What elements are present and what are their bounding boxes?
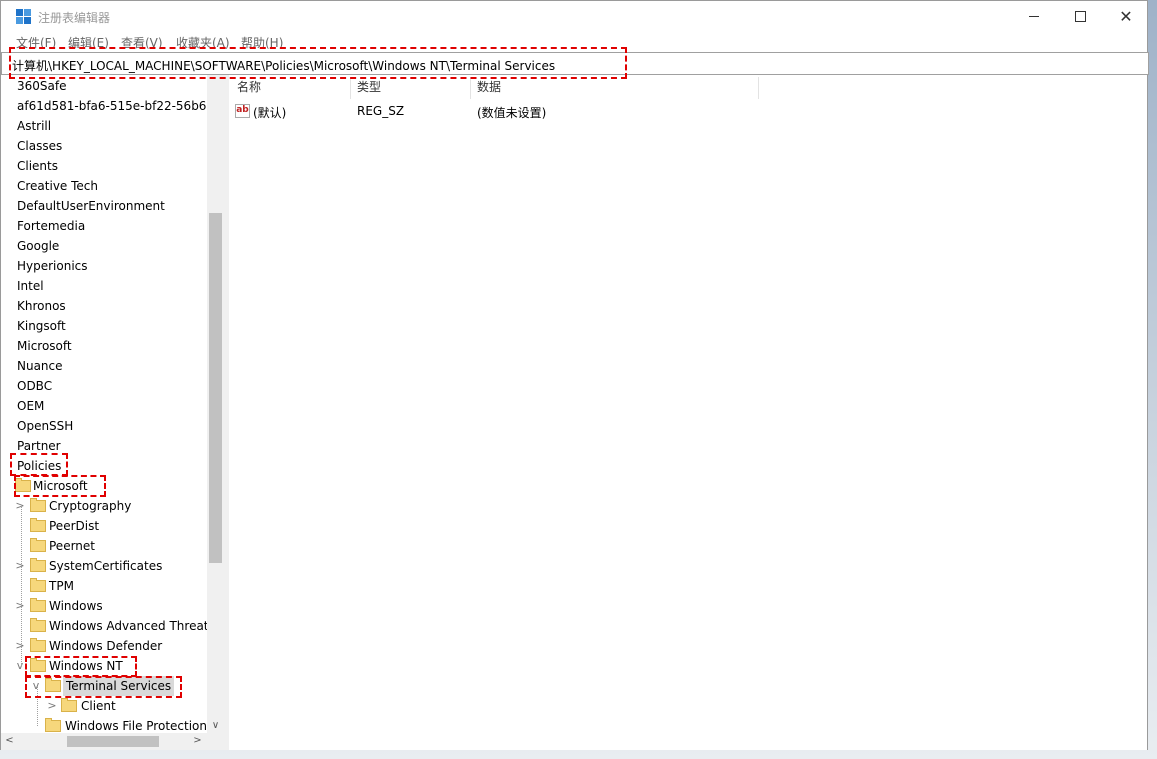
expand-chevron-icon[interactable]: > (15, 596, 25, 616)
tree-item-astrill[interactable]: Astrill (1, 116, 207, 136)
column-divider[interactable] (350, 77, 351, 99)
column-divider[interactable] (758, 77, 759, 99)
folder-icon (30, 558, 46, 572)
tree-item-tpm[interactable]: TPM (1, 576, 207, 596)
tree-item-classes[interactable]: Classes (1, 136, 207, 156)
registry-editor-window: 注册表编辑器 ✕ 文件(F) 编辑(E) 查看(V) 收藏夹(A) 帮助(H) … (0, 0, 1149, 750)
minimize-button[interactable] (1011, 1, 1057, 32)
tree-guide-line (37, 686, 38, 726)
folder-icon (30, 578, 46, 592)
folder-icon (30, 638, 46, 652)
maximize-icon (1074, 11, 1086, 22)
tree-item-af61d581[interactable]: af61d581-bfa6-515e-bf22-56b60 (1, 96, 214, 116)
tree-item-hyperionics[interactable]: Hyperionics (1, 256, 207, 276)
tree-item-partner[interactable]: Partner (1, 436, 207, 456)
collapse-chevron-icon[interactable]: v (31, 676, 41, 696)
folder-icon (30, 538, 46, 552)
scroll-left-icon[interactable]: < (1, 735, 18, 746)
scrollbar-thumb[interactable] (209, 213, 222, 563)
tree-item-khronos[interactable]: Khronos (1, 296, 207, 316)
address-bar[interactable]: 计算机\HKEY_LOCAL_MACHINE\SOFTWARE\Policies… (1, 52, 1149, 75)
column-header-name[interactable]: 名称 (237, 75, 261, 99)
tree-item-peernet[interactable]: Peernet (1, 536, 207, 556)
scrollbar-thumb[interactable] (67, 736, 159, 747)
folder-icon (61, 698, 77, 712)
close-icon: ✕ (1119, 6, 1133, 26)
tree-item-oem[interactable]: OEM (1, 396, 207, 416)
expand-chevron-icon[interactable]: > (47, 696, 57, 716)
title-bar: 注册表编辑器 ✕ (1, 1, 1147, 32)
menu-view[interactable]: 查看(V) (121, 34, 163, 51)
tree-item-creative-tech[interactable]: Creative Tech (1, 176, 207, 196)
tree-item-policies-microsoft[interactable]: Microsoft (1, 476, 207, 496)
tree-item-terminal-services[interactable]: v Terminal Services (1, 676, 207, 696)
tree-item-defaultuserenvironment[interactable]: DefaultUserEnvironment (1, 196, 207, 216)
menu-file[interactable]: 文件(F) (16, 34, 56, 51)
tree-item-windows-nt[interactable]: v Windows NT (1, 656, 207, 676)
tree-item-client[interactable]: > Client (1, 696, 207, 716)
menu-edit[interactable]: 编辑(E) (68, 34, 109, 51)
window-title: 注册表编辑器 (38, 11, 111, 25)
value-name: (默认) (253, 106, 287, 120)
tree-item-google[interactable]: Google (1, 236, 207, 256)
minimize-icon (1029, 16, 1039, 17)
tree-item-windows[interactable]: > Windows (1, 596, 207, 616)
column-divider[interactable] (470, 77, 471, 99)
menu-help[interactable]: 帮助(H) (241, 34, 283, 51)
tree-item-cryptography[interactable]: > Cryptography (1, 496, 207, 516)
folder-icon (30, 498, 46, 512)
folder-open-icon (45, 678, 61, 692)
close-button[interactable]: ✕ (1103, 1, 1149, 32)
tree-item-odbc[interactable]: ODBC (1, 376, 207, 396)
expand-chevron-icon[interactable]: > (15, 636, 25, 656)
folder-icon (30, 618, 46, 632)
folder-icon (45, 718, 61, 732)
collapse-chevron-icon[interactable]: v (15, 656, 25, 676)
tree-item-systemcertificates[interactable]: > SystemCertificates (1, 556, 207, 576)
key-tree: 360Safe af61d581-bfa6-515e-bf22-56b60 As… (1, 75, 224, 750)
column-header-type[interactable]: 类型 (357, 75, 381, 99)
scrollbar-corner (207, 733, 224, 750)
tree-item-windows-defender[interactable]: > Windows Defender (1, 636, 207, 656)
tree-vertical-scrollbar[interactable]: ∨ (207, 75, 224, 733)
tree-item-peerdist[interactable]: PeerDist (1, 516, 207, 536)
tree-item-intel[interactable]: Intel (1, 276, 207, 296)
folder-icon (30, 598, 46, 612)
folder-icon (15, 478, 31, 492)
maximize-button[interactable] (1057, 1, 1103, 32)
scroll-down-icon[interactable]: ∨ (207, 720, 224, 731)
values-list: 名称 类型 数据 ab (默认) REG_SZ (数值未设置) (229, 75, 1147, 750)
value-data: (数值未设置) (477, 106, 547, 120)
menu-favorites[interactable]: 收藏夹(A) (176, 34, 230, 51)
tree-item-360safe[interactable]: 360Safe (1, 76, 207, 96)
tree-item-clients[interactable]: Clients (1, 156, 207, 176)
registry-editor-icon (16, 9, 32, 25)
folder-open-icon (30, 658, 46, 672)
tree-item-microsoft-root[interactable]: Microsoft (1, 336, 207, 356)
string-value-icon: ab (235, 104, 250, 118)
tree-guide-line (21, 506, 22, 666)
tree-item-openssh[interactable]: OpenSSH (1, 416, 207, 436)
tree-item-fortemedia[interactable]: Fortemedia (1, 216, 207, 236)
tree-item-kingsoft[interactable]: Kingsoft (1, 316, 207, 336)
tree-horizontal-scrollbar[interactable]: < > (1, 733, 207, 750)
expand-chevron-icon[interactable]: > (15, 496, 25, 516)
column-header-data[interactable]: 数据 (477, 75, 501, 99)
folder-icon (30, 518, 46, 532)
tree-item-windows-advanced-threat[interactable]: Windows Advanced Threat (1, 616, 209, 636)
address-path[interactable]: 计算机\HKEY_LOCAL_MACHINE\SOFTWARE\Policies… (12, 57, 555, 74)
tree-item-policies[interactable]: Policies (1, 456, 207, 476)
value-type: REG_SZ (357, 104, 405, 118)
expand-chevron-icon[interactable]: > (15, 556, 25, 576)
tree-item-nuance[interactable]: Nuance (1, 356, 207, 376)
menu-bar: 文件(F) 编辑(E) 查看(V) 收藏夹(A) 帮助(H) (1, 32, 1147, 52)
scroll-right-icon[interactable]: > (189, 735, 206, 746)
